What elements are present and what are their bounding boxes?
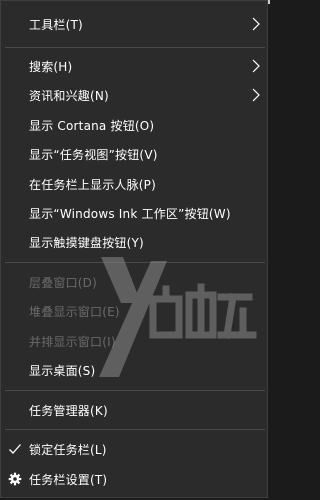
menu-item-cascade-windows: 层叠窗口(D) xyxy=(1,267,269,297)
chevron-right-icon xyxy=(252,88,260,102)
menu-separator xyxy=(5,262,265,263)
menu-item-search[interactable]: 搜索(H) xyxy=(1,51,269,81)
menu-item-label: 锁定任务栏(L) xyxy=(29,442,107,457)
menu-item-taskbar-settings[interactable]: 任务栏设置(T) xyxy=(1,464,269,494)
menu-item-label: 显示桌面(S) xyxy=(29,363,96,378)
menu-item-show-windows-ink[interactable]: 显示“Windows Ink 工作区”按钮(W) xyxy=(1,198,269,228)
menu-item-label: 任务栏设置(T) xyxy=(29,472,108,487)
menu-item-label: 层叠窗口(D) xyxy=(29,275,98,290)
menu-item-show-cortana[interactable]: 显示 Cortana 按钮(O) xyxy=(1,110,269,140)
check-icon xyxy=(9,444,21,454)
menu-item-show-desktop[interactable]: 显示桌面(S) xyxy=(1,355,269,385)
taskbar-context-menu: 工具栏(T) 搜索(H) 资讯和兴趣(N) 显示 Cortana 按钮(O) 显… xyxy=(0,0,268,498)
menu-item-show-touch-keyboard[interactable]: 显示触摸键盘按钮(Y) xyxy=(1,227,269,257)
menu-item-show-task-view[interactable]: 显示“任务视图”按钮(V) xyxy=(1,139,269,169)
menu-item-label: 显示触摸键盘按钮(Y) xyxy=(29,235,144,250)
menu-item-label: 任务管理器(K) xyxy=(29,403,108,418)
menu-item-task-manager[interactable]: 任务管理器(K) xyxy=(1,395,269,425)
menu-item-label: 显示“任务视图”按钮(V) xyxy=(29,147,158,162)
menu-item-label: 搜索(H) xyxy=(29,59,73,74)
menu-item-label: 显示“Windows Ink 工作区”按钮(W) xyxy=(29,206,231,221)
menu-item-label: 并排显示窗口(I) xyxy=(29,334,116,349)
menu-item-toolbars[interactable]: 工具栏(T) xyxy=(1,9,269,39)
menu-item-show-people[interactable]: 在任务栏上显示人脉(P) xyxy=(1,169,269,199)
menu-item-side-by-side-windows: 并排显示窗口(I) xyxy=(1,326,269,356)
gear-icon xyxy=(8,472,22,486)
menu-item-label: 堆叠显示窗口(E) xyxy=(29,304,120,319)
chevron-right-icon xyxy=(252,17,260,31)
menu-item-label: 显示 Cortana 按钮(O) xyxy=(29,118,155,133)
menu-item-stack-windows: 堆叠显示窗口(E) xyxy=(1,296,269,326)
menu-separator xyxy=(5,390,265,391)
menu-separator xyxy=(5,429,265,430)
chevron-right-icon xyxy=(252,59,260,73)
menu-item-news-interests[interactable]: 资讯和兴趣(N) xyxy=(1,80,269,110)
menu-item-label: 资讯和兴趣(N) xyxy=(29,88,109,103)
menu-separator xyxy=(5,47,265,48)
menu-item-label: 在任务栏上显示人脉(P) xyxy=(29,177,157,192)
menu-item-lock-taskbar[interactable]: 锁定任务栏(L) xyxy=(1,434,269,464)
menu-item-label: 工具栏(T) xyxy=(29,17,83,32)
